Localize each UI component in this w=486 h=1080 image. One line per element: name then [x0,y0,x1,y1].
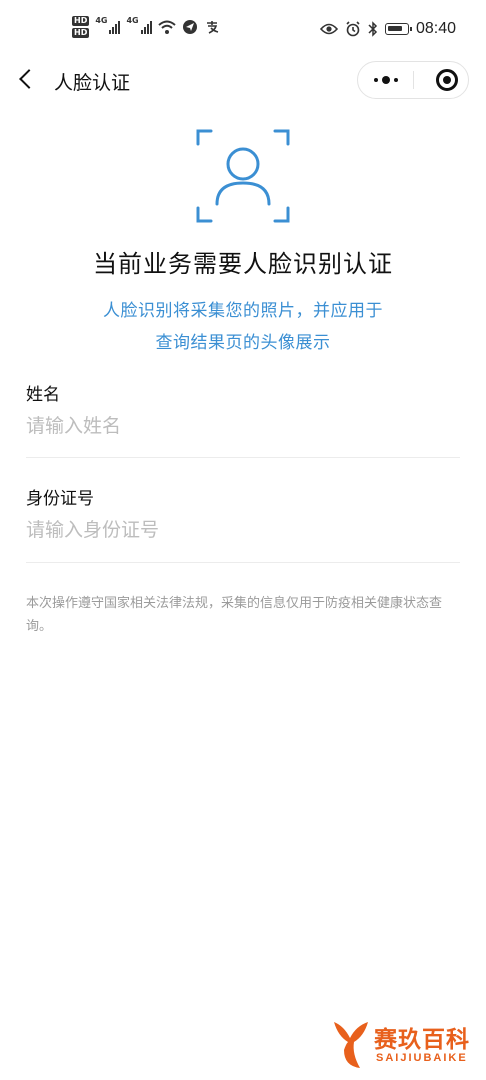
hd-badges: HD HD [72,16,90,38]
whale-tail-icon [334,1022,368,1068]
status-bar: HD HD 4G 4G 08:40 [0,0,486,58]
status-left: HD HD 4G 4G [72,16,220,38]
bluetooth-icon [368,21,378,37]
network-type: 4G [95,16,108,25]
hd-badge: HD [72,28,90,38]
id-number-input[interactable] [26,519,446,541]
signal-icon [140,20,152,34]
eye-icon [319,23,338,35]
watermark-text-en: SAIJIUBAIKE [376,1052,468,1064]
network-type: 4G [126,16,139,25]
more-menu-icon[interactable] [358,62,413,98]
capsule-divider [413,71,414,89]
back-arrow-icon[interactable] [16,66,38,92]
watermark-text-cn: 赛玖百科 [374,1027,470,1053]
name-field: 姓名 [26,380,460,437]
signal-icon [109,20,121,34]
miniprogram-capsule [357,61,469,99]
wifi-icon [157,20,176,34]
name-input[interactable] [26,415,446,437]
app-notification-icon [182,20,197,34]
field-divider [26,562,460,563]
battery-icon [384,23,412,35]
face-scan-icon [196,129,290,223]
id-number-label: 身份证号 [26,489,94,509]
face-verification-heading: 当前业务需要人脸识别认证 [93,250,393,278]
status-time: 08:40 [415,20,456,37]
description-line-2: 查询结果页的头像展示 [155,333,331,353]
navigation-bar: 人脸认证 [0,58,486,102]
close-miniprogram-icon[interactable] [436,69,458,91]
page-title: 人脸认证 [54,72,131,94]
status-right: 08:40 [319,20,456,38]
field-divider [26,457,460,458]
name-label: 姓名 [26,385,60,405]
alarm-icon [346,21,360,37]
alipay-icon [206,21,218,34]
id-number-field: 身份证号 [26,484,460,541]
watermark-logo: 赛玖百科 SAIJIUBAIKE [330,1014,480,1074]
description-line-1: 人脸识别将采集您的照片，并应用于 [103,301,383,321]
hd-badge: HD [72,16,90,26]
legal-notice: 本次操作遵守国家相关法律法规，采集的信息仅用于防疫相关健康状态查询。 [26,596,443,634]
